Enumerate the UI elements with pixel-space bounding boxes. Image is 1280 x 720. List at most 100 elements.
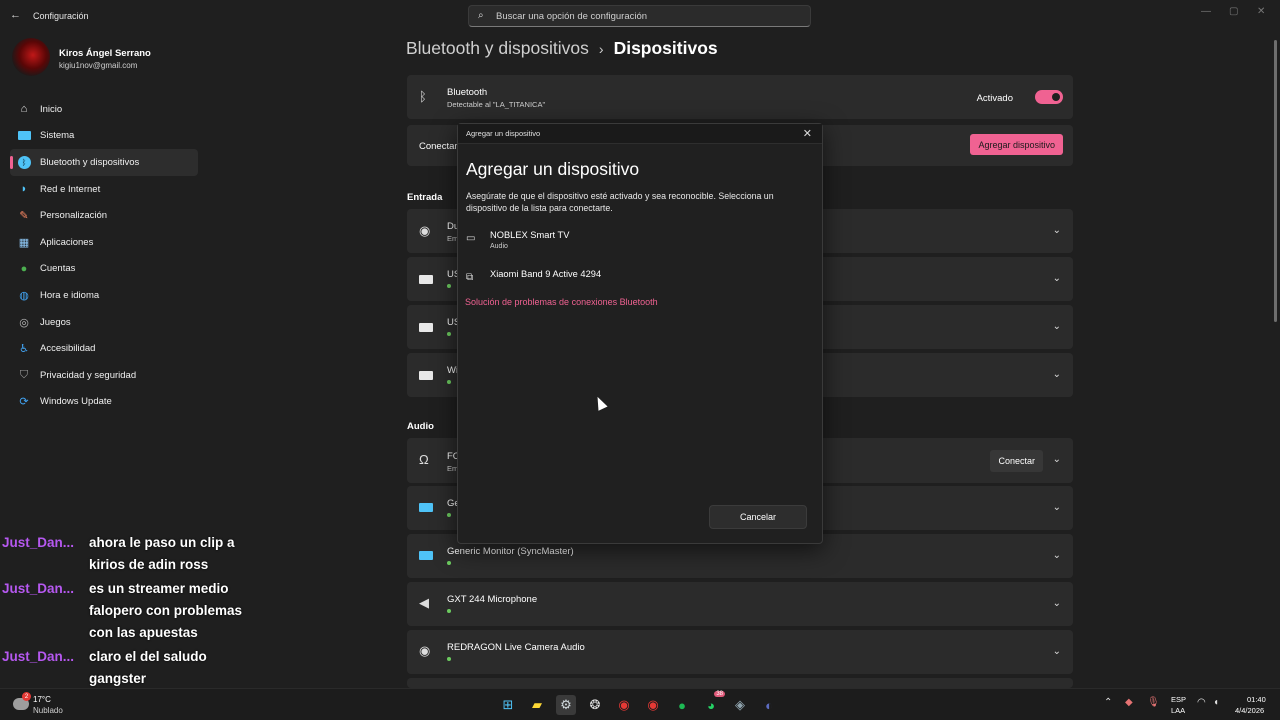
bluetooth-title: Bluetooth <box>447 87 488 98</box>
device-option-type: Audio <box>490 243 508 250</box>
sidebar-item-label: Personalización <box>40 210 108 222</box>
steam-icon[interactable]: ◈ <box>730 695 750 715</box>
keyboard-icon <box>419 368 433 383</box>
profile-name: Kiros Ángel Serrano <box>59 48 151 59</box>
chevron-down-icon[interactable]: ⌄ <box>1053 502 1061 513</box>
device-option[interactable]: ▭ NOBLEX Smart TV Audio <box>466 230 806 256</box>
file-explorer-icon[interactable]: ▰ <box>527 695 547 715</box>
chat-overlay: Just_Dan... ahora le paso un clip a kiri… <box>2 532 267 692</box>
chevron-down-icon[interactable]: ⌄ <box>1053 273 1061 284</box>
microphone-icon[interactable]: 🎙 <box>1147 697 1160 708</box>
sidebar-item-label: Bluetooth y dispositivos <box>40 156 140 168</box>
search-input[interactable]: ⌕ Buscar una opción de configuración <box>468 5 811 27</box>
sidebar-item-label: Juegos <box>40 316 71 328</box>
windows-start-icon[interactable]: ⊞ <box>498 695 518 715</box>
sidebar-item-label: Inicio <box>40 103 63 115</box>
sidebar-item-label: Hora e idioma <box>40 289 100 301</box>
connected-dot <box>447 657 451 661</box>
monitor-icon <box>419 500 433 515</box>
chat-username: Just_Dan... <box>2 581 75 596</box>
sidebar-item-personalizacion[interactable]: ✎ Personalización <box>10 202 198 229</box>
accessibility-icon: ♿ <box>19 343 29 356</box>
back-arrow-icon[interactable]: ← <box>10 9 21 21</box>
add-device-button[interactable]: Agregar dispositivo <box>970 134 1063 155</box>
device-row[interactable]: ◉ REDRAGON Live Camera Audio ⌄ <box>407 630 1073 674</box>
dialog-caption: Agregar un dispositivo <box>466 129 541 138</box>
sidebar-item-sistema[interactable]: Sistema <box>10 123 198 150</box>
breadcrumb-parent[interactable]: Bluetooth y dispositivos <box>406 38 589 59</box>
close-icon[interactable]: ✕ <box>803 127 812 140</box>
device-option[interactable]: ⧉ Xiaomi Band 9 Active 4294 <box>466 269 806 295</box>
close-window-button[interactable]: ✕ <box>1257 6 1265 17</box>
clock-time[interactable]: 01:40 <box>1247 695 1266 704</box>
update-icon: ⟳ <box>19 396 29 409</box>
settings-icon[interactable]: ⚙ <box>556 695 576 715</box>
sidebar-item-windows-update[interactable]: ⟳ Windows Update <box>10 389 198 416</box>
sidebar-nav: ⌂ Inicio Sistema ᛒ Bluetooth y dispositi… <box>10 96 198 415</box>
chevron-down-icon[interactable]: ⌄ <box>1053 321 1061 332</box>
volume-icon[interactable]: ◖ <box>1213 697 1219 708</box>
sidebar-item-cuentas[interactable]: ● Cuentas <box>10 256 198 283</box>
chevron-down-icon[interactable]: ⌄ <box>1053 550 1061 561</box>
sidebar-item-label: Aplicaciones <box>40 236 94 248</box>
add-device-dialog: Agregar un dispositivo ✕ Agregar un disp… <box>457 123 823 544</box>
bluetooth-toggle[interactable] <box>1035 90 1063 104</box>
bluetooth-icon: ᛒ <box>419 89 427 104</box>
dialog-titlebar: Agregar un dispositivo ✕ <box>458 124 822 144</box>
sidebar-item-label: Red e Internet <box>40 183 101 195</box>
chrome-profile-icon[interactable]: ◉ <box>643 695 663 715</box>
sidebar-item-privacidad[interactable]: ⛉ Privacidad y seguridad <box>10 362 198 389</box>
chat-message: Just_Dan... claro el del saludo gangster <box>2 646 267 690</box>
device-row[interactable] <box>407 678 1073 688</box>
language-indicator[interactable]: ESP <box>1171 695 1186 704</box>
connect-label: Conectar <box>419 141 458 152</box>
title-bar: ← Configuración ⌕ Buscar una opción de c… <box>0 0 1280 32</box>
cancel-button[interactable]: Cancelar <box>709 505 807 529</box>
maximize-button[interactable]: ▢ <box>1229 6 1238 17</box>
search-placeholder: Buscar una opción de configuración <box>496 11 648 22</box>
clock-date: 4/4/2026 <box>1235 706 1265 715</box>
webcam-icon: ◉ <box>419 643 431 658</box>
sidebar-item-inicio[interactable]: ⌂ Inicio <box>10 96 198 123</box>
chatgpt-icon[interactable]: ❂ <box>585 695 605 715</box>
whatsapp-badge: 38 <box>714 691 725 697</box>
sidebar-item-juegos[interactable]: ◎ Juegos <box>10 309 198 336</box>
chevron-down-icon[interactable]: ⌄ <box>1053 225 1061 236</box>
connected-dot <box>447 513 451 517</box>
taskbar: 2 17°C Nublado ⊞ ▰ ⚙ ❂ ◉ ◉ ● ◕ 38 ◈ ◐ ⌃ ◆… <box>0 688 1280 720</box>
chrome-icon[interactable]: ◉ <box>614 695 634 715</box>
search-icon: ⌕ <box>478 10 484 21</box>
chat-text: es un streamer medio falopero con proble… <box>89 581 243 640</box>
sidebar-item-hora[interactable]: ◍ Hora e idioma <box>10 282 198 309</box>
sidebar-item-bluetooth[interactable]: ᛒ Bluetooth y dispositivos <box>10 149 198 176</box>
taskbar-apps: ⊞ ▰ ⚙ ❂ ◉ ◉ ● ◕ 38 ◈ ◐ <box>498 691 779 715</box>
avatar[interactable] <box>12 38 50 76</box>
chat-text: ahora le paso un clip a kirios de adin r… <box>89 535 235 572</box>
monitor-icon <box>419 548 433 563</box>
toggle-label: Activado <box>976 93 1013 104</box>
security-icon[interactable]: ◆ <box>1125 697 1133 708</box>
bluetooth-card: ᛒ Bluetooth Detectable al "LA_TITANICA" … <box>407 75 1073 119</box>
chevron-down-icon[interactable]: ⌄ <box>1053 646 1061 657</box>
ea-icon[interactable]: ◐ <box>759 695 779 715</box>
spotify-icon[interactable]: ● <box>672 695 692 715</box>
chevron-down-icon[interactable]: ⌄ <box>1053 369 1061 380</box>
scrollbar[interactable] <box>1274 40 1277 322</box>
troubleshoot-link[interactable]: Solución de problemas de conexiones Blue… <box>465 297 658 307</box>
whatsapp-icon[interactable]: ◕ 38 <box>701 691 725 715</box>
device-option-name: Xiaomi Band 9 Active 4294 <box>490 269 602 279</box>
sidebar-item-accesibilidad[interactable]: ♿ Accesibilidad <box>10 335 198 362</box>
chevron-down-icon[interactable]: ⌄ <box>1053 598 1061 609</box>
sidebar-item-red[interactable]: ◗ Red e Internet <box>10 176 198 203</box>
monitor-icon: ▭ <box>466 233 476 244</box>
wifi-icon[interactable]: ◠ <box>1197 697 1206 708</box>
sidebar-item-aplicaciones[interactable]: ▦ Aplicaciones <box>10 229 198 256</box>
minimize-button[interactable]: — <box>1201 6 1211 17</box>
connected-dot <box>447 380 451 384</box>
breadcrumb-separator: › <box>598 40 604 57</box>
bluetooth-subtitle: Detectable al "LA_TITANICA" <box>447 100 546 109</box>
chevron-up-icon[interactable]: ⌃ <box>1104 697 1112 708</box>
device-row[interactable]: ◀ GXT 244 Microphone ⌄ <box>407 582 1073 626</box>
chevron-down-icon[interactable]: ⌄ <box>1053 454 1061 465</box>
connect-button[interactable]: Conectar <box>990 450 1043 472</box>
